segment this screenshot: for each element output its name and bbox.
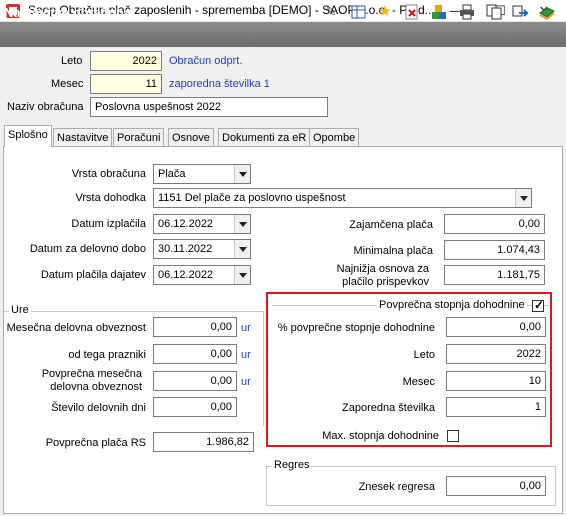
header-bar	[0, 22, 566, 47]
doh-mesec-label: Mesec	[402, 376, 435, 388]
datum-delovno-label: Datum za delovno dobo	[29, 243, 146, 255]
tab-osnove[interactable]: Osnove	[168, 128, 214, 146]
max-checkbox[interactable]	[447, 430, 459, 442]
minimalna-input[interactable]: 1.074,43	[444, 240, 545, 260]
mesec-label: Mesec	[51, 78, 84, 90]
stevilo-label: Število delovnih dni	[51, 402, 146, 414]
datum-dajatev-label: Datum plačila dajatev	[40, 269, 146, 281]
naziv-label: Naziv obračuna	[7, 101, 84, 113]
tab-nastavitve[interactable]: Nastavitve	[53, 128, 113, 146]
vrsta-obracuna-value: Plača	[158, 168, 186, 180]
tab-splosno[interactable]: Splošno	[4, 125, 52, 147]
cubes-icon[interactable]	[431, 4, 447, 20]
vrsta-obracuna-label: Vrsta obračuna	[71, 168, 146, 180]
datum-izplacila-label: Datum izplačila	[71, 218, 146, 230]
datum-delovno-picker[interactable]: 30.11.2022	[153, 239, 251, 259]
datum-delovno-value: 30.11.2022	[158, 243, 213, 255]
doh-zaporedna-input[interactable]: 1	[446, 397, 546, 417]
ure-title: Ure	[9, 304, 31, 316]
datum-izplacila-value: 06.12.2022	[158, 218, 214, 230]
chevron-down-icon[interactable]	[234, 165, 250, 183]
leto-label: Leto	[61, 55, 83, 67]
regres-title: Regres	[272, 459, 312, 471]
procent-label: % povprečne stopnje dohodnine	[277, 322, 435, 334]
leto-input[interactable]: 2022	[90, 51, 162, 71]
vrsta-dohodka-select[interactable]: 1151 Del plače za poslovno uspešnost	[153, 188, 532, 208]
tab-poracuni[interactable]: Poračuni	[113, 128, 165, 146]
delete-icon[interactable]	[404, 4, 420, 20]
chevron-down-icon[interactable]	[234, 240, 250, 258]
povprecna-placa-input[interactable]: 1.986,82	[153, 432, 254, 452]
edit-icon[interactable]: ✎	[323, 4, 339, 20]
zajamcena-label: Zajamčena plača	[349, 219, 433, 231]
tab-opombe[interactable]: Opombe	[309, 128, 360, 146]
dohodnina-title: Povprečna stopnja dohodnine	[377, 299, 527, 311]
copy-icon[interactable]	[486, 4, 502, 20]
znesek-input[interactable]: 0,00	[446, 476, 546, 496]
doh-zaporedna-label: Zaporedna številka	[342, 402, 435, 414]
max-label: Max. stopnja dohodnine	[322, 430, 439, 442]
znesek-label: Znesek regresa	[358, 481, 435, 493]
obracun-status: Obračun odprt.	[169, 55, 243, 67]
dohodnina-checkbox[interactable]	[532, 298, 544, 312]
prazniki-label: od tega prazniki	[68, 349, 146, 361]
prazniki-input[interactable]: 0,00	[153, 344, 237, 364]
datum-izplacila-picker[interactable]: 06.12.2022	[153, 214, 251, 234]
minimalna-label: Minimalna plača	[353, 245, 433, 257]
najnizja-label-1: Najnižja osnova za	[336, 263, 429, 275]
doh-mesec-input[interactable]: 10	[446, 371, 546, 391]
transfer-icon[interactable]	[512, 4, 530, 20]
book-icon[interactable]	[539, 4, 555, 21]
tab-dokumenti[interactable]: Dokumenti za eR	[218, 128, 311, 146]
vrsta-dohodka-label: Vrsta dohodka	[75, 192, 146, 204]
vrsta-dohodka-value: 1151 Del plače za poslovno uspešnost	[158, 192, 346, 204]
najnizja-label-2: plačilo prispevkov	[342, 276, 429, 288]
mesecna-input[interactable]: 0,00	[153, 317, 237, 337]
datum-dajatev-picker[interactable]: 06.12.2022	[153, 265, 251, 285]
page-title: Nastavitve obračuna	[4, 5, 132, 20]
chevron-down-icon[interactable]	[234, 266, 250, 284]
chevron-down-icon[interactable]	[234, 215, 250, 233]
povprecna-input[interactable]: 0,00	[153, 371, 237, 391]
povprecna-label-2: delovna obveznost	[50, 381, 142, 393]
stevilo-input[interactable]: 0,00	[153, 397, 237, 417]
zaporedna-status: zaporedna številka 1	[169, 78, 270, 90]
naziv-input[interactable]: Poslovna uspešnost 2022	[90, 97, 328, 117]
povprecna-label-1: Povprečna mesečna	[41, 368, 142, 380]
star-icon[interactable]: ★	[377, 4, 393, 20]
doh-leto-input[interactable]: 2022	[446, 344, 546, 364]
datum-dajatev-value: 06.12.2022	[158, 269, 214, 281]
mesecna-label: Mesečna delovna obveznost	[6, 322, 146, 334]
vrsta-obracuna-select[interactable]: Plača	[153, 164, 251, 184]
doh-leto-label: Leto	[413, 349, 435, 361]
print-icon[interactable]	[459, 4, 475, 20]
mesecna-unit: ur	[241, 322, 251, 334]
mesec-input[interactable]: 11	[90, 74, 162, 94]
povprecna-unit: ur	[241, 376, 251, 388]
najnizja-input[interactable]: 1.181,75	[444, 265, 545, 285]
prazniki-unit: ur	[241, 349, 251, 361]
povprecna-placa-label: Povprečna plača RS	[45, 437, 146, 449]
chevron-down-icon[interactable]	[515, 189, 531, 207]
procent-input[interactable]: 0,00	[446, 317, 546, 337]
zajamcena-input[interactable]: 0,00	[444, 214, 545, 234]
table-icon[interactable]	[351, 4, 367, 20]
